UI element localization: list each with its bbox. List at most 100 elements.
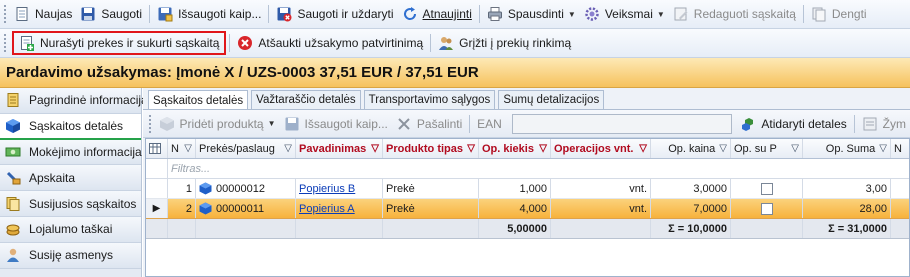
filter-icon[interactable]: ▽ (639, 143, 647, 154)
content-panel: Sąskaitos detalės Važtaraščio detalės Tr… (143, 88, 910, 277)
edit-invoice-button[interactable]: Redaguoti sąskaitą (669, 3, 800, 25)
nav-item-accounting[interactable]: Apskaita (0, 165, 141, 192)
product-name-link[interactable]: Popierius A (299, 203, 355, 215)
cell-quantity[interactable]: 4,000 (479, 199, 551, 218)
nav-item-related-persons[interactable]: Susiję asmenys (0, 242, 141, 269)
grid-filter-row[interactable]: Filtras... (146, 159, 909, 179)
col-header-name[interactable]: Pavadinimas ▽ (296, 139, 383, 158)
product-name-link[interactable]: Popierius B (299, 183, 355, 195)
cancel-icon (237, 35, 253, 51)
cell-name: Popierius B (296, 179, 383, 198)
delete-button[interactable]: Pašalinti (392, 113, 466, 135)
add-product-button[interactable]: Pridėti produktą ▼ (155, 113, 280, 135)
cell-quantity[interactable]: 1,000 (479, 179, 551, 198)
row-selector[interactable] (146, 179, 168, 198)
nav-item-main-info[interactable]: Pagrindinė informacija (0, 88, 148, 114)
filter-icon[interactable]: ▽ (791, 143, 799, 154)
toolbar-separator (469, 114, 471, 133)
totals-spacer (168, 219, 196, 238)
actions-button[interactable]: Veiksmai ▼ (580, 3, 669, 25)
column-chooser[interactable] (146, 139, 168, 158)
col-header-price[interactable]: Op. kaina ▽ (651, 139, 731, 158)
save-as-button[interactable]: Išsaugoti kaip... (153, 3, 265, 25)
col-header-label: N (171, 142, 179, 155)
product-code-text: 00000011 (216, 202, 265, 215)
totals-spacer (196, 219, 296, 238)
nav-item-loyalty-points[interactable]: Lojalumo taškai (0, 216, 141, 243)
cell-price[interactable]: 7,0000 (651, 199, 731, 218)
nav-item-label: Pagrindinė informacija (29, 93, 148, 108)
save-button-label: Saugoti (101, 7, 143, 21)
filter-icon[interactable]: ▽ (371, 143, 379, 154)
ean-input[interactable] (511, 113, 733, 134)
cell-unit[interactable]: vnt. (551, 199, 651, 218)
filter-icon[interactable]: ▽ (879, 143, 887, 154)
col-header-sum[interactable]: Op. Suma ▽ (803, 139, 891, 158)
col-header-with-vat[interactable]: Op. su P ▽ (731, 139, 803, 158)
cell-product-code: 00000011 (196, 199, 296, 218)
table-row-selected[interactable]: ▶ 2 00000011 Popierius A Prekė 4,000 vnt… (146, 199, 909, 219)
copies-button-label: Dengti (831, 7, 867, 21)
nav-item-invoice-details[interactable]: Sąskaitos detalės (0, 113, 141, 140)
col-header-n[interactable]: N ▽ (168, 139, 196, 158)
toolbar-grip[interactable] (148, 113, 152, 134)
col-header-product-type[interactable]: Produkto tipas ▽ (383, 139, 479, 158)
save-close-button[interactable]: Saugoti ir uždaryti (272, 3, 397, 25)
edit-invoice-button-label: Redaguoti sąskaitą (693, 7, 796, 21)
product-code-text: 00000012 (216, 182, 265, 195)
nav-item-related-invoices[interactable]: Susijusios sąskaitos (0, 191, 141, 217)
refresh-button[interactable]: Atnaujinti (398, 3, 476, 25)
grid-save-as-button[interactable]: Išsaugoti kaip... (280, 113, 392, 135)
chevron-down-icon: ▼ (267, 119, 276, 128)
save-button[interactable]: Saugoti (76, 3, 146, 25)
filter-icon[interactable]: ▽ (184, 143, 192, 154)
add-product-icon (159, 116, 175, 132)
more-button[interactable]: Žym (858, 113, 910, 135)
nav-item-label: Apskaita (29, 170, 76, 185)
write-off-create-invoice-button[interactable]: Nurašyti prekes ir sukurti sąskaitą (12, 31, 227, 55)
print-button-label: Spausdinti (507, 7, 564, 21)
chevron-down-icon: ▼ (567, 9, 576, 19)
toolbar-separator (149, 5, 151, 23)
cancel-confirmation-button[interactable]: Atšaukti užsakymo patvirtinimą (233, 32, 427, 54)
tab-sum-details[interactable]: Sumų detalizacijos (498, 90, 605, 109)
save-as-icon (157, 6, 173, 22)
with-vat-checkbox[interactable] (760, 202, 773, 215)
toolbar-grip[interactable] (3, 33, 7, 53)
toolbar-grip[interactable] (3, 4, 7, 24)
document-icon (5, 92, 21, 108)
cell-price[interactable]: 3,0000 (651, 179, 731, 198)
filter-icon[interactable]: ▽ (467, 143, 475, 154)
new-button[interactable]: Naujas (10, 3, 76, 25)
back-to-picking-button[interactable]: Grįžti į prekių rinkimą (434, 32, 575, 54)
col-header-quantity[interactable]: Op. kiekis ▽ (479, 139, 551, 158)
money-icon (5, 144, 21, 160)
toolbar-separator (430, 34, 432, 52)
col-header-n2[interactable]: N (891, 139, 909, 158)
copies-button[interactable]: Dengti (807, 3, 871, 25)
cell-unit[interactable]: vnt. (551, 179, 651, 198)
totals-spacer (146, 219, 168, 238)
grid-save-as-label: Išsaugoti kaip... (304, 116, 388, 131)
col-header-unit[interactable]: Operacijos vnt. ▽ (551, 139, 651, 158)
open-details-button[interactable]: Atidaryti detales (736, 113, 850, 135)
table-row[interactable]: 1 00000012 Popierius B Prekė 1,000 vnt. … (146, 179, 909, 199)
nav-item-label: Lojalumo taškai (29, 222, 113, 237)
filter-icon[interactable]: ▽ (284, 143, 292, 154)
close-icon (396, 116, 412, 132)
tab-waybill-details[interactable]: Važtaraščio detalės (251, 90, 361, 109)
blue-cube-icon (5, 118, 21, 134)
with-vat-checkbox[interactable] (760, 182, 773, 195)
col-header-product-code[interactable]: Prekės/paslaug ▽ (196, 139, 296, 158)
tab-invoice-details[interactable]: Sąskaitos detalės (148, 90, 249, 111)
filter-icon[interactable]: ▽ (719, 143, 727, 154)
print-button[interactable]: Spausdinti ▼ (483, 3, 580, 25)
detail-tabs: Sąskaitos detalės Važtaraščio detalės Tr… (148, 90, 607, 111)
blue-cube-icon (199, 182, 212, 195)
row-indicator[interactable]: ▶ (146, 199, 168, 218)
filter-input[interactable]: Filtras... (168, 159, 468, 178)
nav-item-payment-info[interactable]: Mokėjimo informacija (0, 139, 142, 166)
filter-icon[interactable]: ▽ (539, 143, 547, 154)
save-as-button-label: Išsaugoti kaip... (178, 7, 262, 21)
tab-transport-terms[interactable]: Transportavimo sąlygos (363, 90, 496, 109)
